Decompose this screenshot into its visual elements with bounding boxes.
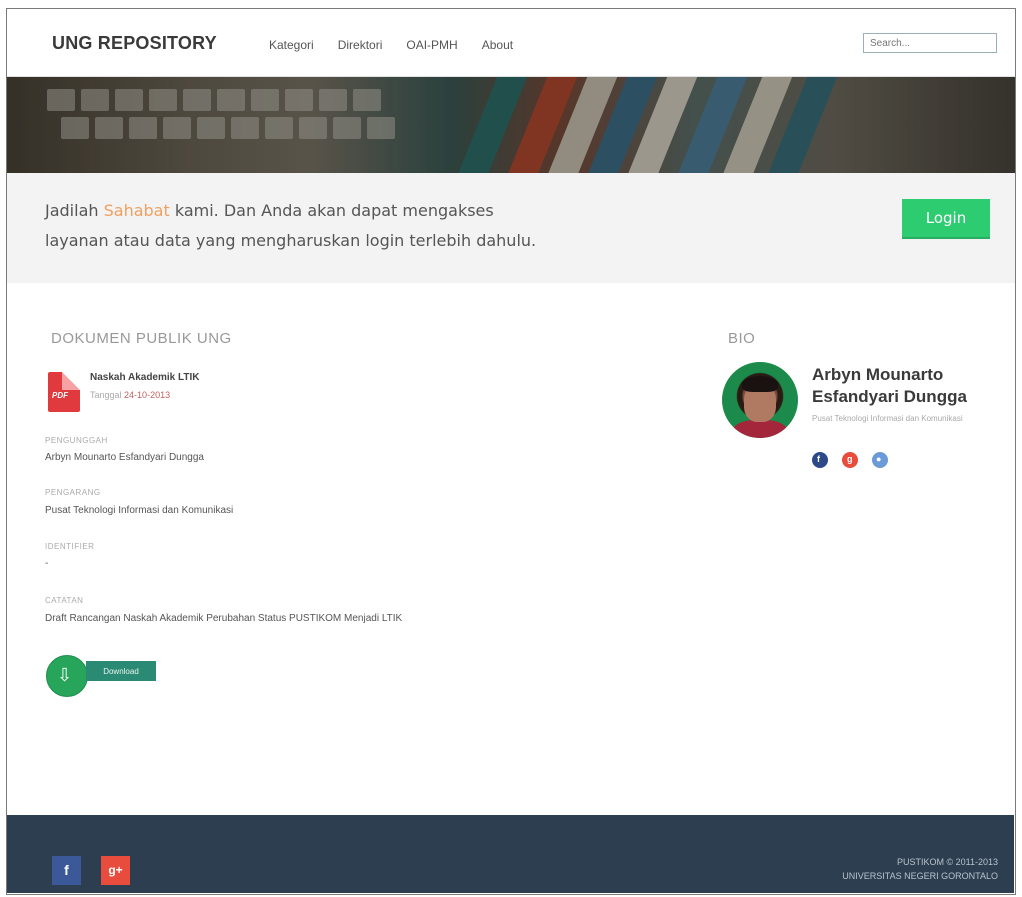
field-value-identifier: - <box>45 558 49 569</box>
avatar <box>722 362 798 438</box>
google-plus-icon[interactable]: g <box>842 452 858 468</box>
user-icon[interactable]: ● <box>872 452 888 468</box>
brand-logo[interactable]: UNG REPOSITORY <box>52 33 217 54</box>
field-value-author: Pusat Teknologi Informasi dan Komunikasi <box>45 505 234 516</box>
hero-banner-image <box>7 77 1015 173</box>
download-icon[interactable]: ⇩ <box>46 655 88 697</box>
nav-link-kategori[interactable]: Kategori <box>269 38 314 52</box>
facebook-icon[interactable]: f <box>812 452 828 468</box>
download-button[interactable]: Download <box>86 661 156 681</box>
field-label-notes: CATATAN <box>45 596 84 605</box>
nav-link-oai-pmh[interactable]: OAI-PMH <box>406 38 457 52</box>
footer-facebook-icon[interactable]: f <box>52 856 81 885</box>
login-button[interactable]: Login <box>902 199 990 239</box>
nav-link-direktori[interactable]: Direktori <box>338 38 383 52</box>
field-label-author: PENGARANG <box>45 488 101 497</box>
nav-menu: Kategori Direktori OAI-PMH About <box>269 38 537 52</box>
document-section-title: DOKUMEN PUBLIK UNG <box>51 330 232 347</box>
field-label-uploader: PENGUNGGAH <box>45 436 108 445</box>
login-callout-text: Jadilah Sahabat kami. Dan Anda akan dapa… <box>45 201 537 250</box>
footer-google-plus-icon[interactable]: g+ <box>101 856 130 885</box>
field-value-uploader: Arbyn Mounarto Esfandyari Dungga <box>45 452 204 463</box>
navbar: UNG REPOSITORY Kategori Direktori OAI-PM… <box>7 9 1015 77</box>
bio-name: Arbyn Mounarto Esfandyari Dungga <box>812 365 967 406</box>
document-title[interactable]: Naskah Akademik LTIK <box>90 372 199 383</box>
document-date: Tanggal 24-10-2013 <box>90 390 171 400</box>
field-label-identifier: IDENTIFIER <box>45 542 95 551</box>
pdf-icon[interactable]: PDF <box>48 372 80 412</box>
bio-section-title: BIO <box>728 330 756 347</box>
footer-copyright: PUSTIKOM © 2011-2013 UNIVERSITAS NEGERI … <box>842 857 998 881</box>
search-input[interactable] <box>863 33 997 53</box>
field-value-notes: Draft Rancangan Naskah Akademik Perubaha… <box>45 613 403 624</box>
nav-link-about[interactable]: About <box>482 38 513 52</box>
bio-organization: Pusat Teknologi Informasi dan Komunikasi <box>812 414 963 423</box>
sahabat-highlight: Sahabat <box>103 201 170 220</box>
